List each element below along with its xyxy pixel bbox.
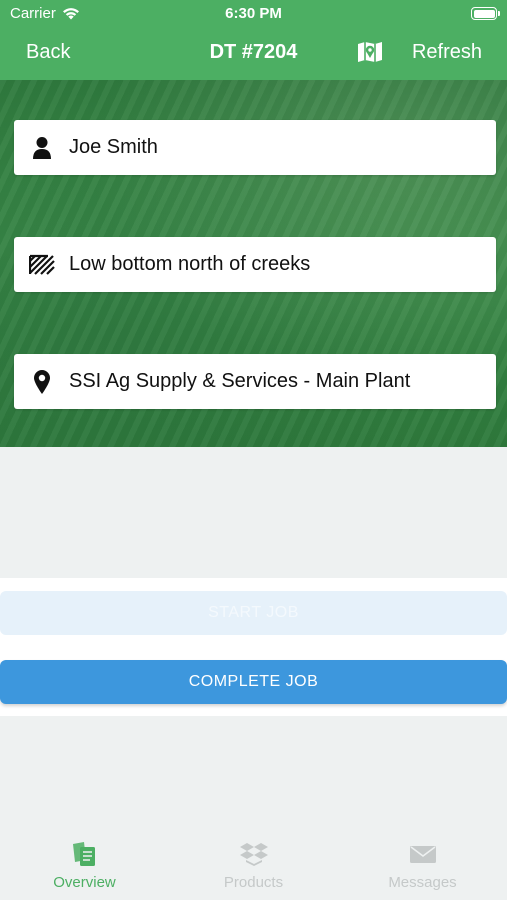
messages-icon [409, 846, 436, 863]
field-icon [28, 251, 56, 279]
products-icon [239, 843, 268, 866]
location-name: SSI Ag Supply & Services - Main Plant [69, 370, 411, 392]
person-icon [28, 134, 56, 162]
back-button[interactable]: Back [26, 41, 70, 64]
tab-overview-label: Overview [53, 874, 116, 891]
nav-bar: Back DT #7204 Refresh [0, 30, 507, 76]
field-name: Low bottom north of creeks [69, 253, 311, 275]
complete-job-button[interactable]: COMPLETE JOB [0, 660, 507, 704]
location-card: SSI Ag Supply & Services - Main Plant [14, 354, 496, 409]
refresh-button[interactable]: Refresh [412, 41, 482, 64]
status-bar: Carrier 6:30 PM [0, 0, 507, 28]
tab-products[interactable]: Products [169, 840, 338, 895]
customer-card: Joe Smith [14, 120, 496, 175]
tab-messages-label: Messages [388, 874, 457, 891]
header: Carrier 6:30 PM Back DT #7204 Refresh [0, 0, 507, 80]
field-card: Low bottom north of creeks [14, 237, 496, 292]
status-time: 6:30 PM [225, 5, 282, 22]
map-icon[interactable] [356, 40, 384, 64]
hero-background: Joe Smith Low bottom north of creeks SSI… [0, 80, 507, 447]
start-job-button[interactable]: START JOB [0, 591, 507, 635]
tab-overview[interactable]: Overview [0, 840, 169, 895]
battery-icon [471, 7, 500, 20]
tab-messages[interactable]: Messages [338, 840, 507, 895]
tab-bar: Overview Products Messages [0, 830, 507, 900]
tab-products-label: Products [223, 874, 284, 891]
location-pin-icon [28, 368, 56, 396]
overview-icon [72, 842, 95, 866]
customer-name: Joe Smith [69, 136, 158, 158]
